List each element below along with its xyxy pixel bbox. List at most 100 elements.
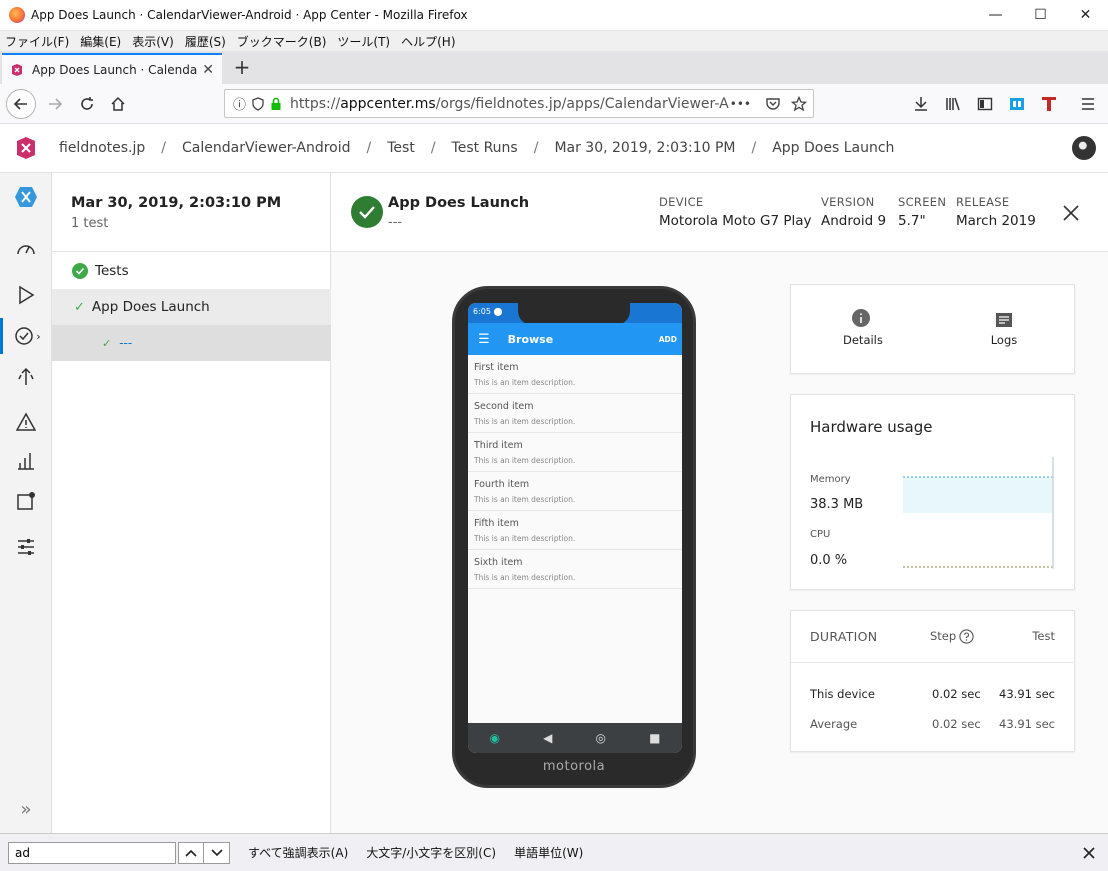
match-case-option[interactable]: 大文字/小文字を区別(C) (366, 844, 496, 861)
menu-view[interactable]: 表示(V) (132, 33, 174, 50)
breadcrumb-test-runs[interactable]: Test Runs (452, 140, 518, 156)
menu-help[interactable]: ヘルプ(H) (401, 33, 455, 50)
library-button[interactable] (938, 89, 968, 119)
play-icon (19, 285, 35, 305)
phone-list-item: Third item This is an item description. (468, 433, 682, 472)
tree-item-tests[interactable]: Tests (52, 253, 331, 289)
gauge-icon (17, 245, 35, 255)
hamburger-menu-button[interactable] (1073, 89, 1103, 119)
reload-button[interactable] (72, 89, 102, 119)
phone-recents-icon: ■ (649, 731, 661, 745)
sliders-icon (18, 539, 34, 555)
url-bar[interactable]: ⓘ https://appcenter.ms/orgs/fieldnotes.j… (224, 89, 814, 118)
arrow-left-icon (13, 98, 27, 110)
sidebar-button[interactable] (970, 89, 1000, 119)
window-titlebar: App Does Launch · CalendarViewer-Android… (0, 0, 1108, 31)
breadcrumb-separator: / (751, 140, 757, 156)
breadcrumb-separator: / (430, 140, 436, 156)
check-icon: ✓ (102, 336, 112, 350)
tracking-shield-icon[interactable] (252, 96, 264, 111)
sidebar-item-test[interactable]: › (0, 318, 52, 354)
close-findbar-icon[interactable] (1083, 847, 1095, 859)
lock-icon (271, 97, 281, 110)
highlight-all-option[interactable]: すべて強調表示(A) (248, 844, 348, 861)
phone-app-title: Browse (507, 332, 554, 346)
breadcrumb-run-date[interactable]: Mar 30, 2019, 2:03:10 PM (554, 140, 735, 156)
menu-bar: ファイル(F) 編集(E) 表示(V) 履歴(S) ブックマーク(B) ツール(… (0, 31, 1108, 51)
pocket-icon[interactable] (765, 96, 781, 112)
tree-item-app-does-launch[interactable]: ✓ App Does Launch (52, 289, 331, 325)
info-icon (852, 309, 870, 327)
maximize-button[interactable]: ☐ (1018, 0, 1063, 30)
divider (791, 662, 1074, 663)
tree-item-step[interactable]: ✓ --- (52, 325, 331, 361)
check-icon: ✓ (74, 299, 85, 315)
menu-history[interactable]: 履歴(S) (185, 33, 226, 50)
minimize-button[interactable]: — (973, 0, 1018, 30)
breadcrumb-separator: / (533, 140, 539, 156)
check-circle-icon (15, 327, 34, 345)
hardware-title: Hardware usage (810, 418, 933, 436)
sidebar-item-analytics[interactable] (0, 443, 52, 479)
chevron-up-icon (185, 849, 197, 857)
close-icon[interactable] (1063, 205, 1079, 221)
sidebar-item-overview[interactable] (0, 231, 52, 267)
memory-label: Memory (810, 474, 851, 485)
info-icon[interactable]: ⓘ (233, 94, 246, 113)
duration-row-test: 43.91 sec (999, 687, 1055, 701)
expand-sidebar-button[interactable]: » (0, 791, 52, 827)
page-actions-button[interactable]: ••• (730, 97, 751, 111)
details-button[interactable]: Details (843, 309, 883, 347)
warning-icon (16, 412, 36, 431)
phone-back-icon: ◀ (543, 731, 553, 745)
whole-words-option[interactable]: 単語単位(W) (514, 844, 583, 861)
phone-list-item: Sixth item This is an item description. (468, 550, 682, 589)
test-title: App Does Launch (388, 195, 530, 211)
breadcrumb-test[interactable]: Test (387, 140, 415, 156)
device-screenshot[interactable]: 6:05 ⬤ ☰ Browse ADD First item This is an… (452, 286, 696, 788)
find-input[interactable] (8, 841, 176, 864)
breadcrumb-app[interactable]: CalendarViewer-Android (182, 140, 351, 156)
xamarin-icon (15, 187, 37, 207)
bookmark-star-icon[interactable] (791, 95, 807, 112)
sidebar-item-diagnostics[interactable] (0, 404, 52, 440)
sidebar-item-build[interactable] (0, 277, 52, 313)
forward-button[interactable] (40, 89, 70, 119)
url-text: https://appcenter.ms/orgs/fieldnotes.jp/… (290, 95, 730, 112)
phone-list-item: Second item This is an item description. (468, 394, 682, 433)
extension-bi-button[interactable] (1002, 89, 1032, 119)
breadcrumb-current: App Does Launch (772, 140, 895, 156)
cpu-value: 0.0 % (810, 553, 848, 568)
home-button[interactable] (103, 89, 133, 119)
breadcrumb-separator: / (366, 140, 372, 156)
chevron-right-icon: › (36, 329, 41, 343)
menu-edit[interactable]: 編集(E) (80, 33, 121, 50)
help-icon[interactable] (959, 629, 974, 644)
new-tab-button[interactable]: + (230, 55, 254, 79)
hardware-usage-card: Hardware usage Memory 38.3 MB CPU 0.0 % (790, 394, 1075, 590)
user-avatar[interactable] (1072, 136, 1096, 160)
menu-tools[interactable]: ツール(T) (337, 33, 390, 50)
sidebar-item-distribute[interactable] (0, 359, 52, 395)
library-icon (946, 97, 960, 111)
find-next-button[interactable] (204, 841, 230, 864)
memory-area (903, 477, 1053, 513)
extension-t-button[interactable] (1034, 89, 1064, 119)
xamarin-app-icon-button[interactable] (0, 179, 52, 215)
arrow-right-icon (49, 98, 63, 110)
sidebar-item-settings[interactable] (0, 529, 52, 565)
breadcrumb-org[interactable]: fieldnotes.jp (59, 140, 145, 156)
tab-label: App Does Launch · CalendarVie (32, 62, 198, 77)
appcenter-logo[interactable] (0, 136, 52, 160)
sidebar-item-push[interactable] (0, 483, 52, 519)
find-previous-button[interactable] (178, 841, 204, 864)
browser-tab[interactable]: App Does Launch · CalendarVie ✕ (2, 53, 222, 84)
logs-button[interactable]: Logs (986, 312, 1022, 347)
menu-file[interactable]: ファイル(F) (5, 33, 69, 50)
downloads-button[interactable] (906, 89, 936, 119)
tab-close-button[interactable]: ✕ (202, 62, 214, 78)
menu-bookmarks[interactable]: ブックマーク(B) (237, 33, 327, 50)
close-window-button[interactable]: ✕ (1063, 0, 1108, 30)
back-button[interactable] (6, 89, 36, 119)
bar-chart-icon (18, 453, 34, 470)
